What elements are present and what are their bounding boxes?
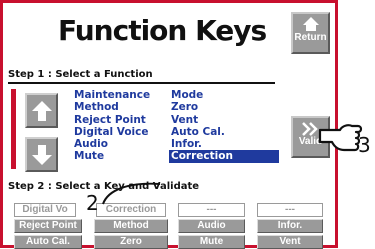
callout-number: 3 <box>358 133 371 157</box>
key-slot[interactable]: Infor. <box>257 219 323 233</box>
scrollbar[interactable] <box>11 89 16 169</box>
scroll-down-button[interactable] <box>25 137 58 172</box>
scroll-up-button[interactable] <box>25 93 58 128</box>
key-slot[interactable]: --- <box>257 203 323 217</box>
function-item[interactable]: Reject Point <box>72 114 162 126</box>
divider <box>8 82 275 84</box>
return-button-label: Return <box>294 32 327 43</box>
key-slot[interactable]: --- <box>178 203 245 217</box>
function-item[interactable]: Vent <box>169 114 279 126</box>
function-item[interactable]: Mute <box>72 150 162 162</box>
function-item-selected[interactable]: Correction <box>169 150 279 163</box>
function-item[interactable]: Maintenance <box>72 89 162 101</box>
function-item[interactable]: Digital Voice <box>72 126 162 138</box>
return-button[interactable]: Return <box>291 12 330 54</box>
key-slot[interactable]: Reject Point <box>14 219 82 233</box>
key-slot[interactable]: Audio <box>178 219 245 233</box>
callout-number: 2 <box>86 191 99 215</box>
key-slot[interactable]: Zero <box>94 235 168 249</box>
key-slot[interactable]: Vent <box>257 235 323 249</box>
function-item[interactable]: Zero <box>169 101 279 113</box>
key-slot[interactable]: Digital Vo <box>14 203 76 217</box>
function-list-col2: Mode Zero Vent Auto Cal. Infor. Correcti… <box>169 89 279 163</box>
arrow-down-icon <box>31 145 52 165</box>
function-item[interactable]: Mode <box>169 89 279 101</box>
function-item[interactable]: Auto Cal. <box>169 126 279 138</box>
function-item[interactable]: Infor. <box>169 138 279 150</box>
step1-label: Step 1 : Select a Function <box>8 69 153 80</box>
function-item[interactable]: Method <box>72 101 162 113</box>
key-slot[interactable]: Mute <box>178 235 245 249</box>
function-list-col1: Maintenance Method Reject Point Digital … <box>72 89 162 163</box>
key-slot[interactable]: Method <box>94 219 168 233</box>
callout-pointer-line <box>102 182 161 205</box>
arrow-up-icon <box>31 101 52 121</box>
key-slot[interactable]: Auto Cal. <box>14 235 82 249</box>
function-item[interactable]: Audio <box>72 138 162 150</box>
page-title: Function Keys <box>58 14 267 47</box>
home-icon <box>302 17 319 31</box>
